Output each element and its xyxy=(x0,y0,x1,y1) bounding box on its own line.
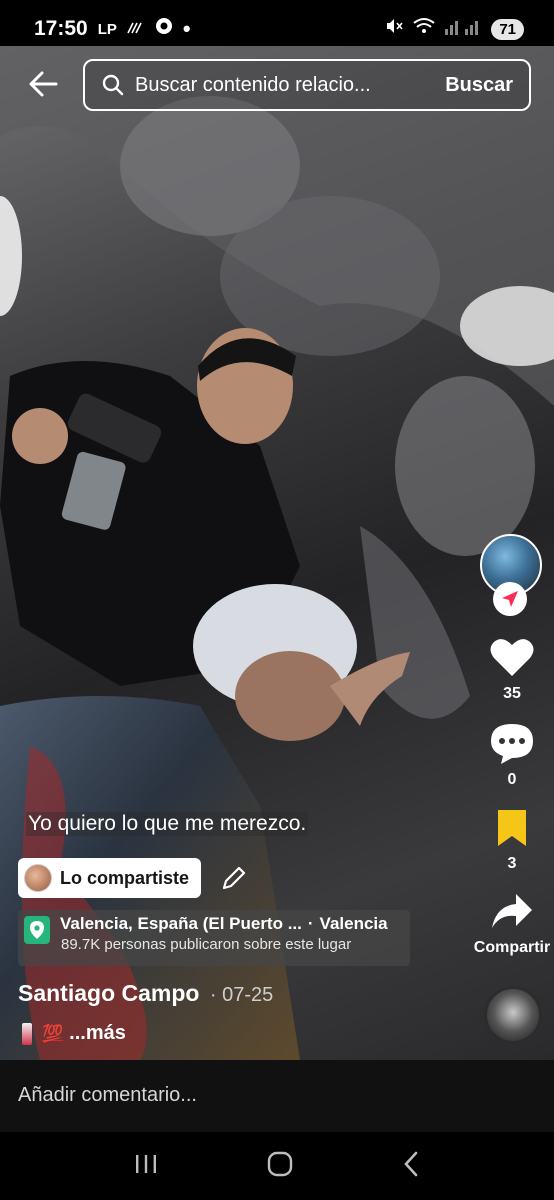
post-caption: Yo quiero lo que me merezco. xyxy=(26,812,309,836)
comment-bar[interactable]: Añadir comentario... xyxy=(0,1060,554,1132)
search-placeholder: Buscar contenido relacio... xyxy=(135,73,371,96)
notification-icon xyxy=(127,17,145,41)
more-label: ...más xyxy=(69,1022,126,1044)
comment-button[interactable]: 0 xyxy=(470,722,554,789)
location-city: Valencia xyxy=(319,914,388,933)
location-pin-icon xyxy=(24,916,50,944)
home-button[interactable] xyxy=(267,1151,293,1182)
location-name: Valencia, España (El Puerto ... xyxy=(60,914,302,933)
share-button[interactable]: Compartir xyxy=(470,892,554,957)
battery-indicator: 71 xyxy=(491,18,524,40)
shared-chip[interactable]: Lo compartiste xyxy=(18,858,202,898)
like-count: 35 xyxy=(503,685,521,702)
repost-badge[interactable] xyxy=(493,582,527,616)
send-icon xyxy=(502,591,518,607)
home-icon xyxy=(267,1151,293,1176)
chrome-icon xyxy=(155,17,173,41)
comment-icon xyxy=(491,724,533,764)
bookmark-icon xyxy=(498,810,526,846)
back-button[interactable] xyxy=(26,66,62,102)
favorite-button[interactable]: 3 xyxy=(470,808,554,873)
comment-input-placeholder: Añadir comentario... xyxy=(18,1084,197,1106)
search-button[interactable]: Buscar xyxy=(445,74,513,97)
can-emoji-icon xyxy=(22,1022,32,1045)
author-line[interactable]: Santiago Campo · 07-25 xyxy=(18,980,273,1007)
like-button[interactable]: 35 xyxy=(470,636,554,703)
share-icon xyxy=(492,894,532,928)
sound-disc[interactable] xyxy=(484,986,542,1044)
location-title: Valencia, España (El Puerto ... · Valencia xyxy=(60,914,388,933)
chevron-left-icon xyxy=(403,1151,417,1176)
heart-icon xyxy=(490,639,534,676)
pencil-icon xyxy=(222,866,246,890)
edit-button[interactable] xyxy=(220,864,248,892)
favorite-count: 3 xyxy=(507,855,517,872)
wifi-icon xyxy=(413,17,435,41)
mute-icon xyxy=(385,17,403,41)
author-name: Santiago Campo xyxy=(18,980,200,1006)
search-icon xyxy=(102,74,124,96)
system-nav-bar xyxy=(0,1132,554,1200)
dot-icon: • xyxy=(182,16,191,41)
location-tag[interactable]: Valencia, España (El Puerto ... · Valencia… xyxy=(18,910,410,966)
status-right: 71 xyxy=(385,17,524,41)
search-input[interactable]: Buscar contenido relacio... Buscar xyxy=(83,59,531,111)
post-date: · 07-25 xyxy=(209,984,274,1006)
share-label: Compartir xyxy=(473,939,551,956)
shared-label: Lo compartiste xyxy=(60,867,190,888)
comment-count: 0 xyxy=(507,771,517,788)
recent-apps-button[interactable] xyxy=(134,1153,158,1180)
location-subtitle: 89.7K personas publicaron sobre este lug… xyxy=(61,936,352,953)
arrow-left-icon xyxy=(29,71,58,97)
status-time: 17:50 xyxy=(34,17,88,40)
mini-avatar xyxy=(24,864,52,892)
signal-icon xyxy=(445,17,481,41)
hundred-emoji-icon: 💯 xyxy=(42,1023,64,1043)
back-nav-button[interactable] xyxy=(402,1151,420,1182)
recent-apps-icon xyxy=(136,1154,157,1173)
carrier-label: LP xyxy=(97,20,117,38)
more-link[interactable]: 💯 ...más xyxy=(22,1022,126,1045)
status-left: 17:50 LP • xyxy=(34,16,191,42)
